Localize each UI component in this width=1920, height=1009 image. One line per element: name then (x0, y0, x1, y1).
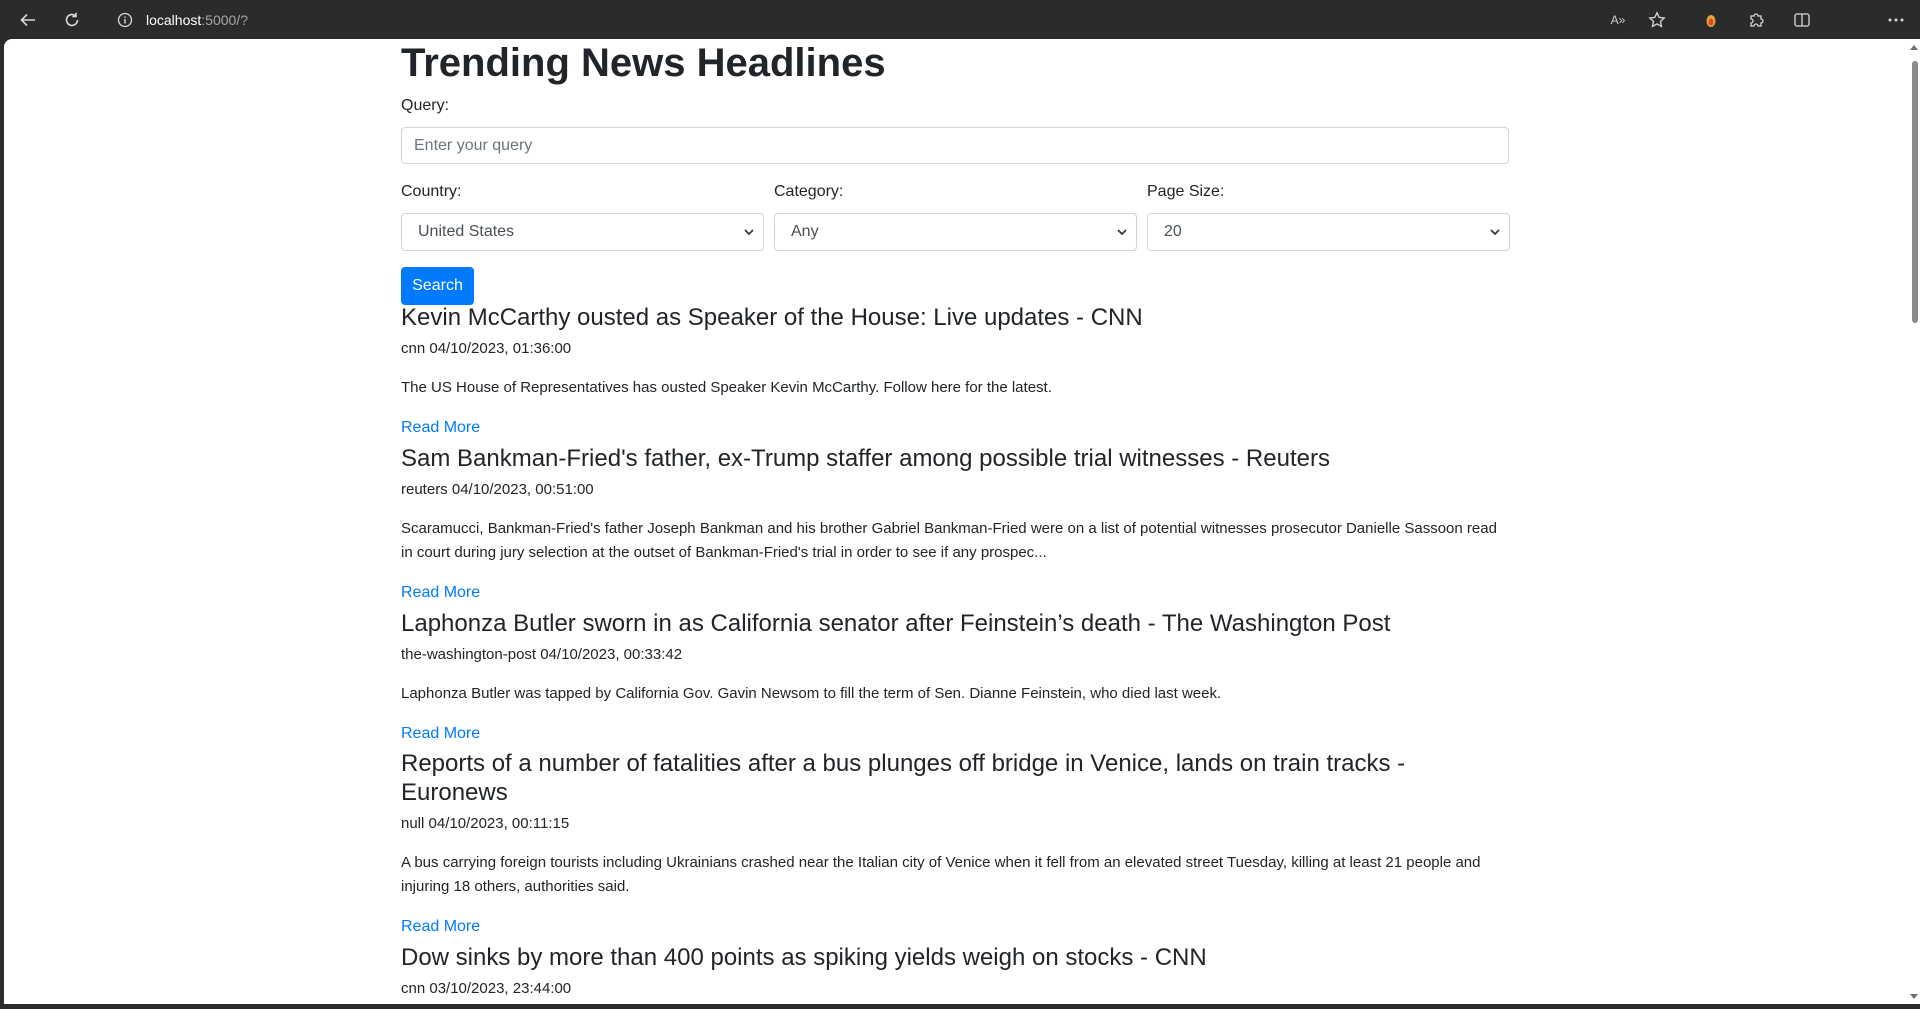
country-select-value: United States (418, 223, 515, 240)
article-item: Dow sinks by more than 400 points as spi… (401, 943, 1509, 997)
article-description: A bus carrying foreign tourists includin… (401, 854, 1481, 895)
reload-icon[interactable] (58, 6, 86, 34)
split-screen-icon[interactable] (1788, 6, 1816, 34)
article-item: Reports of a number of fatalities after … (401, 749, 1509, 936)
query-label: Query: (401, 97, 450, 114)
extensions-puzzle-icon[interactable] (1742, 6, 1770, 34)
article-description: Scaramucci, Bankman-Fried's father Josep… (401, 520, 1497, 561)
country-label: Country: (401, 183, 462, 200)
page-title: Trending News Headlines (401, 41, 886, 85)
article-title: Laphonza Butler sworn in as California s… (401, 610, 1391, 637)
article-source-date: null 04/10/2023, 00:11:15 (401, 815, 570, 832)
article-title: Kevin McCarthy ousted as Speaker of the … (401, 304, 1143, 331)
search-button[interactable]: Search (401, 267, 474, 305)
page-size-select[interactable]: 20 (1147, 213, 1510, 251)
article-item: Laphonza Butler sworn in as California s… (401, 609, 1509, 743)
article-title: Reports of a number of fatalities after … (401, 750, 1406, 806)
read-more-link[interactable]: Read More (401, 419, 1509, 437)
page-scrollbar[interactable] (1909, 39, 1920, 1004)
category-select-value: Any (791, 223, 819, 240)
article-title: Dow sinks by more than 400 points as spi… (401, 944, 1207, 971)
article-description: Laphonza Butler was tapped by California… (401, 685, 1222, 702)
chevron-down-icon (1117, 229, 1127, 236)
country-select[interactable]: United States (401, 213, 764, 251)
page-size-label: Page Size: (1147, 183, 1225, 200)
read-aloud-icon[interactable]: A» (1604, 6, 1632, 34)
article-title: Sam Bankman-Fried's father, ex-Trump sta… (401, 445, 1330, 472)
category-label: Category: (774, 183, 844, 200)
query-input[interactable] (401, 127, 1509, 164)
page-size-select-value: 20 (1164, 223, 1182, 240)
article-source-date: reuters 04/10/2023, 00:51:00 (401, 481, 594, 498)
address-bar[interactable]: localhost:5000/? (104, 5, 1628, 35)
article-source-date: cnn 04/10/2023, 01:36:00 (401, 340, 572, 357)
site-info-icon[interactable] (114, 9, 136, 31)
article-item: Kevin McCarthy ousted as Speaker of the … (401, 303, 1509, 437)
scroll-up-arrow-icon[interactable] (1910, 45, 1918, 50)
article-description: The US House of Representatives has oust… (401, 379, 1052, 396)
scroll-down-arrow-icon[interactable] (1910, 994, 1918, 999)
favorite-star-icon[interactable] (1643, 6, 1671, 34)
more-options-icon[interactable] (1882, 6, 1910, 34)
chevron-down-icon (1490, 229, 1500, 236)
scrollbar-thumb[interactable] (1912, 61, 1918, 323)
category-select[interactable]: Any (774, 213, 1137, 251)
read-more-link[interactable]: Read More (401, 584, 1509, 602)
back-icon[interactable] (14, 6, 42, 34)
extension-icon[interactable] (1697, 6, 1725, 34)
chevron-down-icon (744, 229, 754, 236)
read-more-link[interactable]: Read More (401, 918, 1509, 936)
page-viewport: Trending News Headlines Query: Country: … (4, 39, 1909, 1004)
article-source-date: cnn 03/10/2023, 23:44:00 (401, 980, 572, 997)
article-source-date: the-washington-post 04/10/2023, 00:33:42 (401, 646, 683, 663)
article-item: Sam Bankman-Fried's father, ex-Trump sta… (401, 444, 1509, 602)
url-path: :5000/? (201, 12, 248, 28)
url-host: localhost (146, 12, 202, 28)
browser-toolbar: localhost:5000/? A» (0, 0, 1920, 39)
read-more-link[interactable]: Read More (401, 725, 1509, 743)
